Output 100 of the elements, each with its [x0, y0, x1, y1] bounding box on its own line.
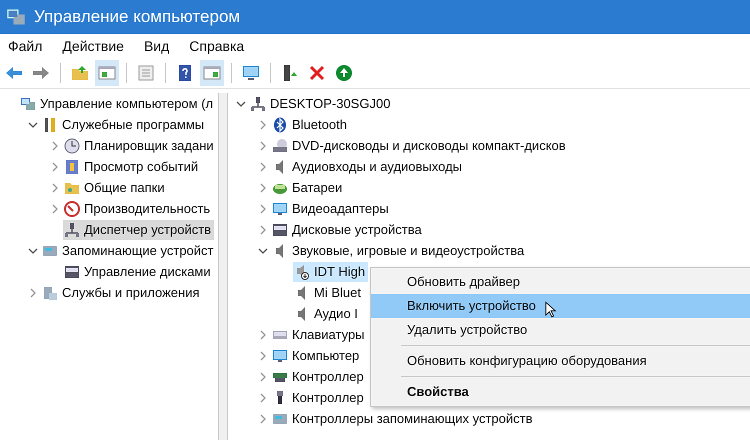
menu-item[interactable]: Вид	[144, 38, 170, 54]
tree-item-label: IDT High	[314, 264, 366, 279]
folder-up-icon	[71, 64, 89, 82]
tree-item[interactable]: Служебные программы	[41, 114, 208, 134]
tree-item[interactable]: Клавиатуры	[271, 324, 368, 344]
mouse-cursor-icon	[545, 301, 557, 319]
up-arrow-circle-icon	[335, 64, 353, 82]
tree-item[interactable]: Батареи	[271, 178, 346, 198]
tree-item-label: Управление компьютером (л	[40, 96, 214, 111]
tools-icon	[42, 116, 58, 132]
chevron-down-icon[interactable]	[236, 98, 246, 108]
tree-item-label: Компьютер	[292, 348, 360, 363]
chevron-right-icon[interactable]	[50, 182, 60, 192]
tree-item[interactable]: Mi Bluet	[293, 282, 364, 302]
tree-item-label: Планировщик задани	[84, 138, 214, 153]
tree-item[interactable]: Службы и приложения	[41, 282, 202, 302]
tree-item-label: Службы и приложения	[62, 285, 200, 300]
monitor-icon	[242, 64, 260, 82]
tree-item-label: Mi Bluet	[314, 285, 361, 300]
tree-item-label: Управление дисками	[84, 264, 211, 279]
tree-item-label: Аудиовходы и аудиовыходы	[292, 159, 462, 174]
tree-item-label: Дисковые устройства	[292, 222, 422, 237]
tree-item[interactable]: DESKTOP-30SGJ00	[249, 94, 394, 114]
chevron-right-icon[interactable]	[258, 414, 268, 424]
tree-item-label: Служебные программы	[62, 117, 204, 132]
event-log-icon	[64, 158, 80, 174]
context-menu-item[interactable]: Обновить драйвер	[371, 270, 750, 294]
monitor-icon	[272, 200, 288, 216]
computer-management-icon	[6, 7, 26, 27]
console-tree-icon	[98, 64, 116, 82]
back-arrow-icon	[5, 64, 23, 82]
tree-item-label: Контроллер	[292, 390, 364, 405]
tree-item[interactable]: Диспетчер устройств	[63, 220, 214, 240]
chevron-down-icon[interactable]	[28, 246, 38, 256]
tree-item[interactable]: Контроллеры запоминающих устройств	[271, 408, 536, 428]
context-menu-item[interactable]: Обновить конфигурацию оборудования	[371, 349, 750, 373]
tree-item[interactable]: DVD-дисководы и дисководы компакт-дисков	[271, 136, 569, 156]
chevron-right-icon[interactable]	[258, 372, 268, 382]
menu-item[interactable]: Справка	[189, 38, 244, 54]
tree-item-label: Батареи	[292, 180, 342, 195]
tree-item[interactable]: Дисковые устройства	[271, 220, 425, 240]
action-pane-icon	[203, 64, 221, 82]
tree-item[interactable]: Аудиовходы и аудиовыходы	[271, 156, 465, 176]
chevron-down-icon[interactable]	[258, 246, 268, 256]
tree-item[interactable]: Управление дисками	[63, 262, 214, 282]
tree-item[interactable]: Компьютер	[271, 346, 362, 366]
tree-item[interactable]: Контроллер	[271, 366, 367, 386]
tree-item[interactable]: Звуковые, игровые и видеоустройства	[271, 240, 528, 260]
tree-item-label: Запоминающие устройст	[62, 243, 214, 258]
tree-item-label: Контроллеры запоминающих устройств	[292, 411, 532, 426]
bluetooth-icon	[272, 116, 288, 132]
chevron-right-icon[interactable]	[258, 162, 268, 172]
tree-item[interactable]: Контроллер	[271, 388, 367, 408]
chevron-right-icon[interactable]	[258, 350, 268, 360]
tree-item-label: Видеоадаптеры	[292, 201, 389, 216]
delete-icon	[308, 64, 326, 82]
tree-item[interactable]: Общие папки	[63, 178, 168, 198]
tree-item[interactable]: Видеоадаптеры	[271, 198, 392, 218]
tree-item-label: Диспетчер устройств	[84, 222, 212, 237]
tree-item[interactable]: Управление компьютером (л	[19, 94, 216, 114]
context-menu-item[interactable]: Свойства	[371, 380, 750, 404]
context-menu-item[interactable]: Включить устройство	[371, 294, 750, 318]
window-title: Управление компьютером	[34, 7, 240, 27]
chevron-right-icon[interactable]	[28, 288, 38, 298]
tree-item[interactable]: Производительность	[63, 198, 214, 218]
monitor-icon	[272, 348, 288, 364]
services-icon	[42, 284, 58, 300]
chevron-right-icon[interactable]	[258, 204, 268, 214]
tree-item-label: DVD-дисководы и дисководы компакт-дисков	[292, 138, 566, 153]
chevron-right-icon[interactable]	[258, 140, 268, 150]
context-menu-item[interactable]: Удалить устройство	[371, 318, 750, 342]
menu-item[interactable]: Действие	[62, 38, 124, 54]
tree-item-label: Просмотр событий	[84, 159, 198, 174]
tree-item-label: Общие папки	[84, 180, 165, 195]
chevron-right-icon[interactable]	[258, 330, 268, 340]
tree-item-label: Контроллер	[292, 369, 364, 384]
chevron-right-icon[interactable]	[50, 140, 60, 150]
chevron-right-icon[interactable]	[50, 162, 60, 172]
tree-item[interactable]: Bluetooth	[271, 114, 350, 134]
computer-management-icon	[20, 96, 36, 112]
chevron-down-icon[interactable]	[28, 120, 38, 130]
chevron-right-icon[interactable]	[258, 182, 268, 192]
tree-item[interactable]: IDT High	[293, 262, 368, 282]
clock-icon	[64, 138, 80, 154]
tree-item-label: Звуковые, игровые и видеоустройства	[292, 243, 524, 258]
tree-item[interactable]: Аудио I	[293, 304, 361, 324]
chevron-right-icon[interactable]	[50, 204, 60, 214]
tree-item[interactable]: Просмотр событий	[63, 156, 202, 176]
help-icon	[176, 64, 194, 82]
tree-item-label: Bluetooth	[292, 117, 347, 132]
menu-item[interactable]: Файл	[8, 38, 42, 54]
chevron-right-icon[interactable]	[258, 224, 268, 234]
tree-item-label: DESKTOP-30SGJ00	[270, 96, 390, 111]
tree-item[interactable]: Запоминающие устройст	[41, 240, 216, 260]
tree-item-label: Аудио I	[314, 306, 358, 321]
forward-arrow-icon	[32, 64, 50, 82]
chevron-right-icon[interactable]	[258, 120, 268, 130]
chevron-right-icon[interactable]	[258, 392, 268, 402]
tree-item[interactable]: Планировщик задани	[63, 136, 217, 156]
disabled-speaker-icon	[294, 264, 310, 280]
